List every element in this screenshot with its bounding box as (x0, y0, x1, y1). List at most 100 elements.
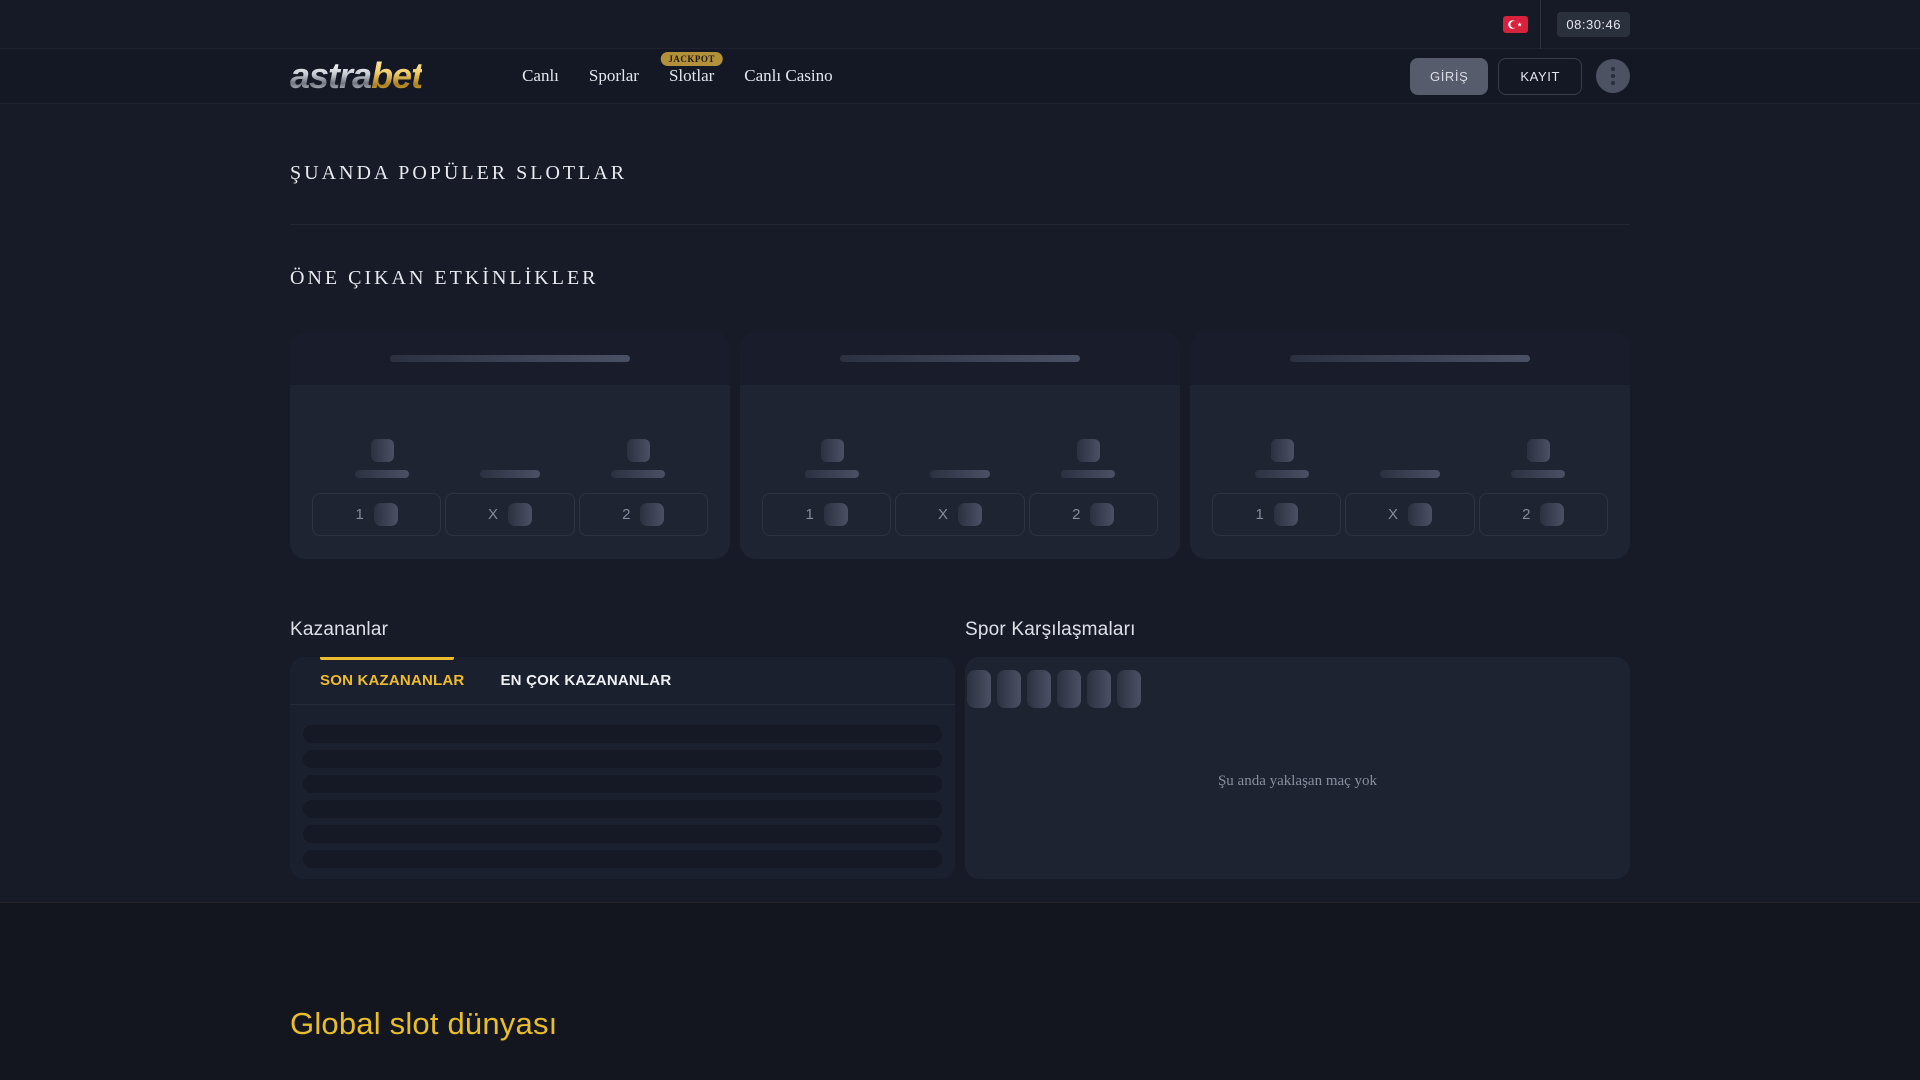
skeleton-odd-value (640, 503, 665, 526)
nav-item-live-casino[interactable]: Canlı Casino (744, 66, 832, 86)
topbar-divider (1540, 0, 1542, 49)
skeleton-odd-value (373, 503, 398, 526)
odds-button-away[interactable]: 2 (1028, 493, 1158, 536)
nav-item-live[interactable]: Canlı (522, 66, 559, 86)
odds-button-draw[interactable]: X (1345, 493, 1475, 536)
event-card-skeleton[interactable]: 1 X 2 (290, 332, 730, 559)
turkey-flag-icon[interactable] (1503, 15, 1529, 33)
header-actions: GİRİŞ KAYIT (1409, 57, 1630, 95)
event-card-body: 1 X 2 (740, 385, 1180, 559)
logo-text-silver: astra (290, 55, 372, 96)
winners-tab-bar: SON KAZANANLAR EN ÇOK KAZANANLAR (290, 657, 955, 705)
skeleton-odd-value (1273, 503, 1298, 526)
odds-row: 1 X 2 (1212, 493, 1608, 536)
clock-display: 08:30:46 (1557, 11, 1630, 37)
sport-filter-skeletons (965, 657, 1630, 708)
odds-button-home[interactable]: 1 (312, 493, 442, 536)
skeleton-team-name (1511, 470, 1565, 478)
skeleton-team-icon (626, 439, 650, 462)
skeleton-winner-row (303, 750, 942, 768)
skeleton-winner-row (303, 850, 942, 868)
skeleton-team-icon (370, 439, 394, 462)
odds-row: 1 X 2 (312, 493, 708, 536)
tab-recent-winners[interactable]: SON KAZANANLAR (320, 672, 464, 689)
skeleton-winner-row (303, 725, 942, 743)
sports-matches-title: Spor Karşılaşmaları (965, 619, 1136, 640)
skeleton-odd-value (1408, 503, 1432, 526)
skeleton-sport-icon (997, 670, 1021, 708)
bottom-section: Global slot dünyası (0, 902, 1920, 1080)
skeleton-team-icon (820, 439, 844, 462)
odds-label-away: 2 (1522, 506, 1531, 523)
main-content: ŞUANDA POPÜLER SLOTLAR ÖNE ÇIKAN ETKİNLİ… (0, 104, 1920, 902)
featured-events-row: 1 X 2 1 X 2 1 X 2 (290, 332, 1630, 559)
event-card-header (740, 332, 1180, 385)
odds-button-home[interactable]: 1 (1212, 493, 1342, 536)
odds-label-away: 2 (622, 506, 631, 523)
odds-button-home[interactable]: 1 (762, 493, 892, 536)
odds-button-away[interactable]: 2 (1478, 493, 1608, 536)
logo-text-gold: bet (371, 55, 423, 96)
winners-title: Kazananlar (290, 619, 389, 640)
skeleton-odd-value (958, 503, 982, 526)
top-utility-bar: 08:30:46 (0, 0, 1920, 49)
event-card-body: 1 X 2 (1190, 385, 1630, 559)
kebab-menu-button[interactable] (1596, 59, 1630, 93)
skeleton-odd-value (1090, 503, 1115, 526)
skeleton-team-name (611, 470, 665, 478)
event-card-body: 1 X 2 (290, 385, 730, 559)
no-upcoming-matches-text: Şu anda yaklaşan maç yok (1217, 773, 1378, 789)
nav-item-sports[interactable]: Sporlar (589, 66, 639, 86)
skeleton-team-name (1255, 470, 1309, 478)
skeleton-odd-value (1540, 503, 1565, 526)
main-nav: Canlı Sporlar Slotlar JACKPOT Canlı Casi… (522, 52, 833, 86)
home-team-skeleton (804, 439, 860, 478)
event-card-skeleton[interactable]: 1 X 2 (1190, 332, 1630, 559)
section-divider (290, 224, 1630, 225)
odds-label-draw: X (1387, 506, 1398, 523)
skeleton-league-bar (1290, 355, 1530, 362)
odds-label-home: 1 (355, 506, 364, 523)
jackpot-badge: JACKPOT (660, 52, 723, 66)
winners-panel: SON KAZANANLAR EN ÇOK KAZANANLAR (290, 657, 955, 879)
skeleton-odd-value (823, 503, 848, 526)
popular-slots-title: ŞUANDA POPÜLER SLOTLAR (290, 162, 628, 184)
skeleton-match-info (480, 470, 540, 478)
home-team-skeleton (354, 439, 410, 478)
odds-button-draw[interactable]: X (895, 493, 1025, 536)
register-button[interactable]: KAYIT (1498, 57, 1582, 95)
dot-icon (1611, 81, 1615, 85)
nav-item-slots-label: Slotlar (668, 66, 715, 85)
main-header: astra bet Canlı Sporlar Slotlar JACKPOT … (0, 49, 1920, 104)
away-team-skeleton (1510, 439, 1566, 478)
dot-icon (1611, 74, 1615, 78)
away-team-skeleton (1060, 439, 1116, 478)
skeleton-winner-row (303, 800, 942, 818)
nav-item-slots[interactable]: Slotlar JACKPOT (660, 52, 723, 86)
skeleton-league-bar (840, 355, 1080, 362)
event-card-skeleton[interactable]: 1 X 2 (740, 332, 1180, 559)
dot-icon (1611, 67, 1615, 71)
away-team-skeleton (610, 439, 666, 478)
astrabet-logo[interactable]: astra bet (290, 55, 423, 96)
skeleton-odd-value (508, 503, 532, 526)
skeleton-team-icon (1076, 439, 1100, 462)
odds-button-draw[interactable]: X (445, 493, 575, 536)
odds-label-away: 2 (1072, 506, 1081, 523)
skeleton-winner-row (303, 775, 942, 793)
skeleton-team-name (1061, 470, 1115, 478)
odds-label-draw: X (937, 506, 948, 523)
tab-top-winners[interactable]: EN ÇOK KAZANANLAR (500, 672, 671, 689)
global-slots-title: Global slot dünyası (290, 1006, 558, 1041)
odds-button-away[interactable]: 2 (578, 493, 708, 536)
login-button[interactable]: GİRİŞ (1409, 57, 1489, 95)
skeleton-team-name (355, 470, 409, 478)
event-card-header (290, 332, 730, 385)
skeleton-sport-icon (967, 670, 991, 708)
skeleton-sport-icon (1057, 670, 1081, 708)
sports-matches-panel: Şu anda yaklaşan maç yok (965, 657, 1630, 879)
odds-label-home: 1 (1255, 506, 1264, 523)
skeleton-team-name (805, 470, 859, 478)
home-team-skeleton (1254, 439, 1310, 478)
skeleton-league-bar (390, 355, 630, 362)
